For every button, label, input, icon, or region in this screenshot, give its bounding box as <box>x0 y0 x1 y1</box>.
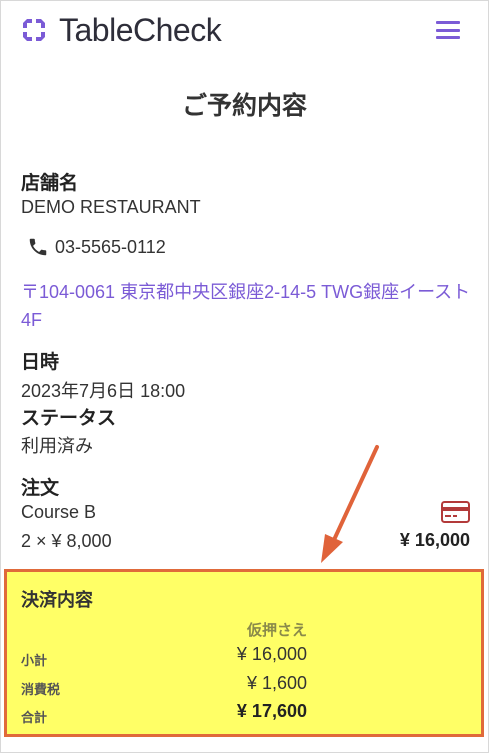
order-label: 注文 <box>21 478 60 499</box>
phone-link[interactable]: 03-5565-0112 <box>27 236 166 258</box>
order-item-name: Course B <box>21 502 97 522</box>
brand-logo[interactable]: TableCheck <box>19 12 222 48</box>
restaurant-name: DEMO RESTAURANT <box>21 197 201 217</box>
status-label: ステータス <box>21 408 117 429</box>
header: TableCheck <box>0 0 489 60</box>
tax-value: ¥ 1,600 <box>246 673 307 693</box>
total-label: 合計 <box>21 710 48 725</box>
credit-card-icon <box>441 501 470 523</box>
subtotal-value: ¥ 16,000 <box>236 644 307 664</box>
status-value: 利用済み <box>21 436 93 456</box>
total-value: ¥ 17,600 <box>236 701 307 721</box>
brand-name: TableCheck <box>59 12 222 48</box>
tax-label: 消費税 <box>21 682 61 697</box>
hamburger-menu-icon[interactable] <box>436 21 460 41</box>
tablecheck-logo-icon <box>23 19 45 41</box>
payment-summary: 決済内容 仮押さえ 小計 ¥ 16,000 消費税 ¥ 1,600 合計 ¥ 1… <box>4 569 484 737</box>
order-item-qty-price: 2 × ¥ 8,000 <box>21 531 112 551</box>
address-link[interactable]: 〒104-0061 東京都中央区銀座2-14-5 TWG銀座イースト4F <box>21 278 471 334</box>
restaurant-label: 店舗名 <box>21 173 79 194</box>
payment-title: 決済内容 <box>21 590 93 610</box>
page-title: ご予約内容 <box>181 92 307 120</box>
phone-icon <box>29 238 47 256</box>
subtotal-label: 小計 <box>21 653 48 668</box>
datetime-label: 日時 <box>21 352 60 373</box>
phone-number: 03-5565-0112 <box>55 236 166 257</box>
datetime-value: 2023年7月6日 18:00 <box>21 381 186 401</box>
order-item-total: ¥ 16,000 <box>399 530 470 550</box>
payment-column-header: 仮押さえ <box>246 622 307 639</box>
